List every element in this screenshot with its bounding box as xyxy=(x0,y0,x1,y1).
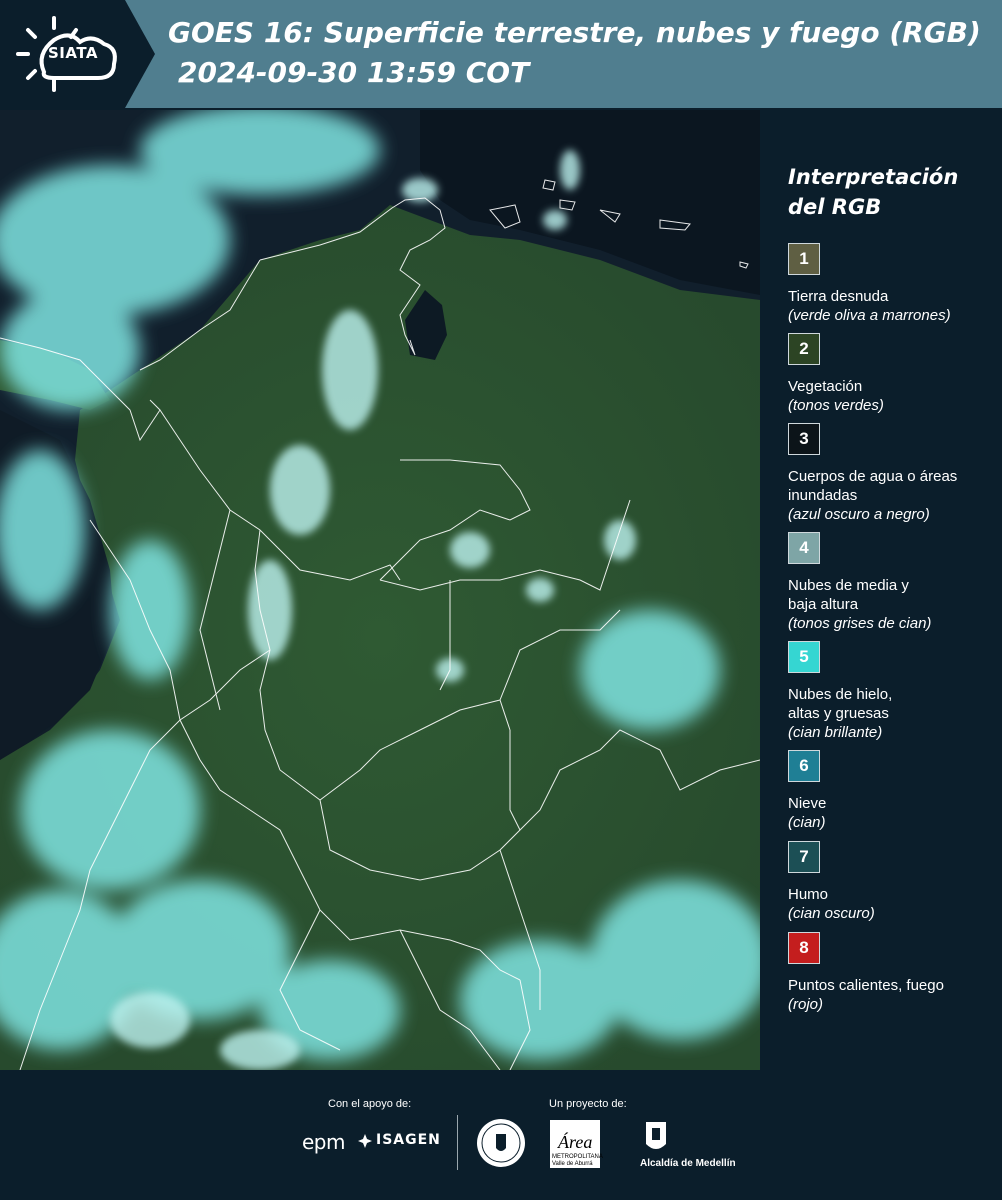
legend-item-desc: (azul oscuro a negro) xyxy=(788,506,930,523)
legend-item-label: Humo xyxy=(788,886,829,903)
alcaldia-logo-text: Alcaldía de Medellín xyxy=(640,1158,736,1169)
legend-item-desc: (tonos verdes) xyxy=(788,397,884,414)
legend-item-desc: (rojo) xyxy=(788,996,824,1013)
legend-item-label: Nieve xyxy=(788,795,827,812)
project-label: Un proyecto de: xyxy=(549,1098,627,1110)
legend-item: 6 Nieve (cian) xyxy=(788,750,998,832)
legend-swatch: 6 xyxy=(788,750,820,782)
legend-swatch: 8 xyxy=(788,932,820,964)
legend-item-desc: (cian) xyxy=(788,814,826,831)
legend-swatch: 4 xyxy=(788,532,820,564)
legend-swatch: 3 xyxy=(788,423,820,455)
footer: Con el apoyo de: Un proyecto de: epm ISA… xyxy=(0,1070,1002,1200)
siata-logo-text: SIATA xyxy=(48,44,99,62)
legend-title-line2: del RGB xyxy=(788,195,882,219)
legend-swatch: 7 xyxy=(788,841,820,873)
legend-item-label: Cuerpos de agua o áreas inundadas xyxy=(788,468,958,504)
legend-item-desc: (cian oscuro) xyxy=(788,905,875,922)
siata-logo: SIATA xyxy=(0,0,155,108)
legend-item-desc: (tonos grises de cian) xyxy=(788,615,932,632)
legend-item: 8 Puntos calientes, fuego (rojo) xyxy=(788,932,998,1014)
legend-item: 1 Tierra desnuda (verde oliva a marrones… xyxy=(788,243,998,325)
epm-logo: epm xyxy=(302,1130,345,1154)
timestamp: 2024-09-30 13:59 COT xyxy=(178,56,530,89)
footer-divider xyxy=(457,1115,458,1170)
area-metropolitana-subtext: METROPOLITANA Valle de Aburrá xyxy=(552,1154,603,1167)
legend-swatch: 5 xyxy=(788,641,820,673)
page-title: GOES 16: Superficie terrestre, nubes y f… xyxy=(168,16,981,49)
legend-item-desc: (verde oliva a marrones) xyxy=(788,307,951,324)
legend-swatch: 2 xyxy=(788,333,820,365)
legend-item: 3 Cuerpos de agua o áreas inundadas (azu… xyxy=(788,423,998,524)
legend-item: 7 Humo (cian oscuro) xyxy=(788,841,998,923)
svg-text:Área: Área xyxy=(557,1131,592,1152)
header-bar: SIATA GOES 16: Superficie terrestre, nub… xyxy=(0,0,1002,108)
legend-item-label: Vegetación xyxy=(788,378,863,395)
isagen-logo-icon xyxy=(358,1134,372,1148)
satellite-map xyxy=(0,110,760,1070)
legend-title-line1: Interpretación xyxy=(788,165,959,189)
satellite-image xyxy=(0,110,760,1070)
legend-item-label: Nubes de hielo, altas y gruesas xyxy=(788,686,893,722)
legend-item-label: Nubes de media y baja altura xyxy=(788,577,909,613)
legend-item: 2 Vegetación (tonos verdes) xyxy=(788,333,998,415)
support-label: Con el apoyo de: xyxy=(328,1098,412,1110)
alcaldia-shield-icon xyxy=(646,1122,666,1149)
legend-item-label: Puntos calientes, fuego xyxy=(788,977,944,994)
universidad-seal-icon xyxy=(477,1119,525,1167)
legend-title: Interpretación del RGB xyxy=(788,162,998,222)
legend-item-desc: (cian brillante) xyxy=(788,724,883,741)
legend-item: 5 Nubes de hielo, altas y gruesas (cian … xyxy=(788,641,998,742)
legend-panel: Interpretación del RGB 1 Tierra desnuda … xyxy=(776,110,1002,1070)
isagen-logo: ISAGEN xyxy=(376,1132,441,1148)
legend-item: 4 Nubes de media y baja altura (tonos gr… xyxy=(788,532,998,633)
legend-swatch: 1 xyxy=(788,243,820,275)
legend-item-label: Tierra desnuda xyxy=(788,288,889,305)
